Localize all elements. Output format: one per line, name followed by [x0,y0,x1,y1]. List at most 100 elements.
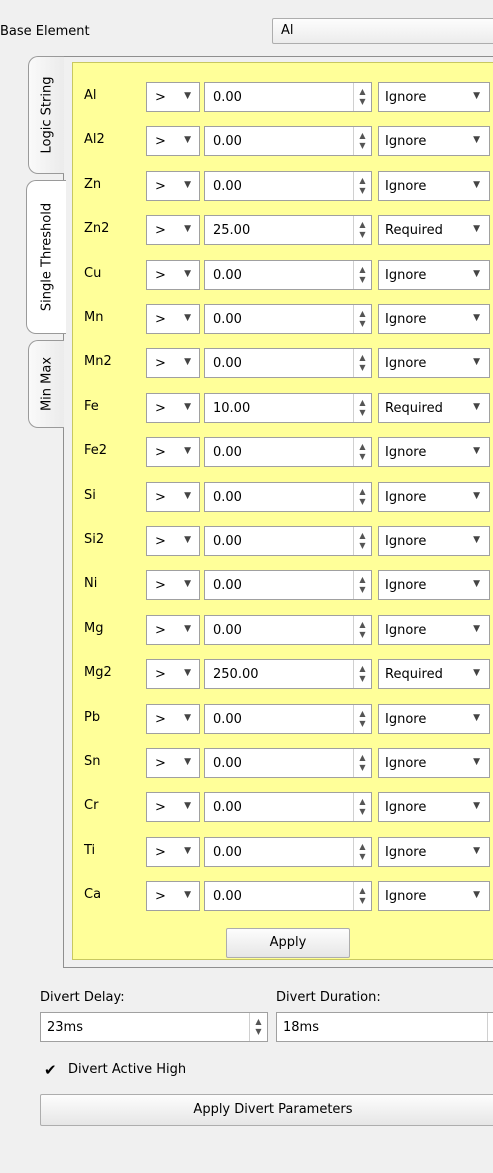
spin-up-down-icon[interactable]: ▲▼ [353,660,371,689]
operator-select[interactable]: > ▼ [146,792,200,823]
operator-select[interactable]: > ▼ [146,82,200,112]
requirement-select[interactable]: Ignore ▼ [378,836,490,867]
threshold-spinbox[interactable]: 0.00 ▲ ▼ [204,170,372,201]
requirement-select[interactable]: Ignore ▼ [378,792,490,823]
requirement-select[interactable]: Ignore ▼ [378,881,490,912]
requirement-select[interactable]: Ignore ▼ [378,614,490,645]
threshold-spinbox[interactable]: 0.00 ▲ ▼ [204,792,372,823]
divert-duration-spinbox[interactable]: 18ms ▲▼ [276,1012,493,1042]
requirement-select[interactable]: Ignore ▼ [378,82,490,112]
spin-up-down-icon[interactable]: ▲▼ [353,704,371,733]
operator-select[interactable]: > ▼ [146,526,200,556]
spin-up-down-icon[interactable]: ▲▼ [353,438,371,467]
operator-select[interactable]: > ▼ [146,304,200,334]
tab-single-threshold[interactable]: Single Threshold [26,180,66,334]
spin-up-down-icon[interactable]: ▲▼ [353,83,371,111]
spin-up-down-icon[interactable]: ▲▼ [353,793,371,822]
spin-up-down-icon[interactable]: ▲▼ [353,349,371,378]
divert-delay-spinbox[interactable]: 23ms ▲ ▼ [40,1012,268,1042]
operator-select[interactable]: > ▼ [146,481,200,512]
threshold-spinbox[interactable]: 0.00 ▲ ▼ [204,126,372,157]
threshold-spinbox[interactable]: 0.00 ▲ ▼ [204,526,372,556]
threshold-spinbox[interactable]: 10.00 ▲ ▼ [204,392,372,423]
spin-up-down-icon[interactable]: ▲▼ [353,837,371,866]
operator-select[interactable]: > ▼ [146,614,200,645]
operator-select[interactable]: > ▼ [146,259,200,290]
tab-strip: Logic String Single Threshold Min Max [0,56,66,976]
requirement-select[interactable]: Ignore ▼ [378,570,490,601]
operator-select[interactable]: > ▼ [146,881,200,912]
requirement-select[interactable]: Ignore ▼ [378,259,490,290]
operator-select[interactable]: > ▼ [146,748,200,778]
tab-min-max[interactable]: Min Max [28,340,64,428]
spin-up-down-icon[interactable]: ▲▼ [353,615,371,644]
requirement-select[interactable]: Ignore ▼ [378,748,490,778]
spin-up-down-icon[interactable]: ▲▼ [353,305,371,333]
operator-select[interactable]: > ▼ [146,215,200,246]
requirement-select[interactable]: Required ▼ [378,392,490,423]
threshold-spinbox[interactable]: 0.00 ▲ ▼ [204,481,372,512]
divert-delay-value: 23ms [47,1020,83,1035]
threshold-spinbox[interactable]: 0.00 ▲ ▼ [204,437,372,468]
requirement-select[interactable]: Ignore ▼ [378,304,490,334]
operator-select[interactable]: > ▼ [146,703,200,734]
requirement-select[interactable]: Ignore ▼ [378,703,490,734]
chevron-down-icon: ▼ [473,490,480,501]
threshold-spinbox[interactable]: 0.00 ▲ ▼ [204,836,372,867]
threshold-spinbox[interactable]: 250.00 ▲ ▼ [204,659,372,690]
threshold-value: 0.00 [213,489,242,505]
spin-up-down-icon[interactable]: ▲▼ [353,171,371,200]
threshold-spinbox[interactable]: 0.00 ▲ ▼ [204,82,372,112]
requirement-select[interactable]: Required ▼ [378,215,490,246]
spin-up-down-icon[interactable]: ▲▼ [353,482,371,511]
apply-button[interactable]: Apply [226,928,350,958]
threshold-value: 10.00 [213,400,251,416]
requirement-select[interactable]: Ignore ▼ [378,481,490,512]
threshold-spinbox[interactable]: 0.00 ▲ ▼ [204,348,372,379]
operator-select[interactable]: > ▼ [146,570,200,601]
requirement-select[interactable]: Required ▼ [378,659,490,690]
threshold-spinbox[interactable]: 0.00 ▲ ▼ [204,614,372,645]
requirement-value: Ignore [385,445,427,461]
operator-select[interactable]: > ▼ [146,170,200,201]
spin-up-down-icon[interactable]: ▲▼ [249,1013,267,1041]
spin-up-down-icon[interactable]: ▲▼ [353,749,371,777]
spin-up-down-icon[interactable]: ▲▼ [353,882,371,911]
operator-select[interactable]: > ▼ [146,348,200,379]
threshold-spinbox[interactable]: 0.00 ▲ ▼ [204,570,372,601]
operator-select[interactable]: > ▼ [146,437,200,468]
operator-select[interactable]: > ▼ [146,392,200,423]
spin-up-down-icon[interactable]: ▲▼ [353,216,371,245]
divert-delay-label: Divert Delay: [40,990,125,1005]
operator-select[interactable]: > ▼ [146,836,200,867]
spin-up-down-icon[interactable]: ▲▼ [353,260,371,289]
chevron-down-icon: ▼ [473,313,480,323]
tab-logic-string[interactable]: Logic String [28,56,64,174]
spin-up-down-icon[interactable]: ▲▼ [353,527,371,555]
threshold-spinbox[interactable]: 0.00 ▲ ▼ [204,259,372,290]
base-element-label: Base Element [0,24,90,39]
apply-divert-parameters-button[interactable]: Apply Divert Parameters [40,1094,493,1126]
threshold-spinbox[interactable]: 25.00 ▲ ▼ [204,215,372,246]
element-name: Fe2 [84,443,108,459]
base-element-combo[interactable]: Al ▼ [272,18,493,44]
operator-select[interactable]: > ▼ [146,126,200,157]
requirement-select[interactable]: Ignore ▼ [378,348,490,379]
requirement-select[interactable]: Ignore ▼ [378,126,490,157]
spin-up-down-icon[interactable]: ▲▼ [353,393,371,422]
chevron-down-icon: ▼ [473,91,480,101]
spin-up-down-icon[interactable]: ▲▼ [353,127,371,156]
spin-up-down-icon[interactable]: ▲▼ [353,571,371,600]
threshold-spinbox[interactable]: 0.00 ▲ ▼ [204,703,372,734]
threshold-spinbox[interactable]: 0.00 ▲ ▼ [204,881,372,912]
threshold-value: 0.00 [213,267,242,283]
operator-select[interactable]: > ▼ [146,659,200,690]
threshold-spinbox[interactable]: 0.00 ▲ ▼ [204,304,372,334]
operator-value: > [155,534,166,549]
divert-active-high-checkbox[interactable]: ✔ [44,1062,60,1078]
spin-up-down-icon[interactable]: ▲▼ [487,1013,493,1041]
threshold-spinbox[interactable]: 0.00 ▲ ▼ [204,748,372,778]
requirement-select[interactable]: Ignore ▼ [378,526,490,556]
requirement-select[interactable]: Ignore ▼ [378,170,490,201]
requirement-select[interactable]: Ignore ▼ [378,437,490,468]
